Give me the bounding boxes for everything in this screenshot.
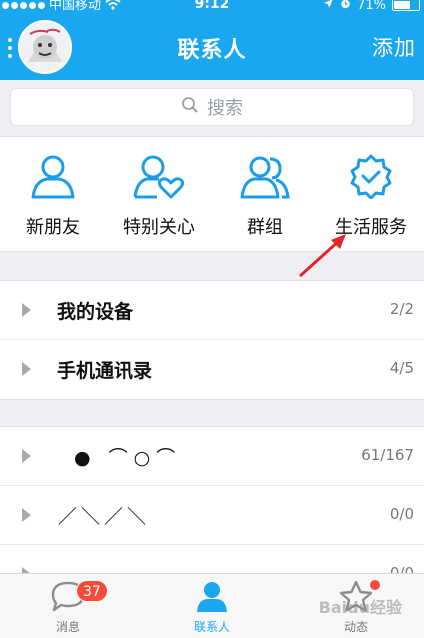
device-section: 我的设备 2/2 手机通讯录 4/5 bbox=[0, 280, 424, 400]
group-icon bbox=[236, 153, 294, 203]
search-input[interactable]: 搜索 bbox=[10, 88, 414, 126]
life-service-icon bbox=[346, 153, 396, 203]
list-item-count: 61/167 bbox=[361, 446, 414, 464]
list-item-my-devices[interactable]: 我的设备 2/2 bbox=[0, 281, 424, 340]
list-item-group[interactable]: ／＼／＼ 0/0 bbox=[0, 486, 424, 545]
list-item-label: 手机通讯录 bbox=[57, 360, 153, 382]
quick-action-label: 特别关心 bbox=[123, 217, 195, 238]
list-item-label: ／＼／＼ bbox=[58, 506, 151, 528]
quick-action-groups[interactable]: 群组 bbox=[212, 153, 318, 239]
quick-action-life-services[interactable]: 生活服务 bbox=[318, 153, 424, 239]
top-bar: 中国移动 9:12 71% 联系人 添加 bbox=[0, 0, 424, 80]
new-activity-dot bbox=[370, 580, 380, 590]
quick-action-new-friends[interactable]: 新朋友 bbox=[0, 153, 106, 239]
tab-label: 联系人 bbox=[193, 620, 230, 634]
list-item-label: ● ⌒○⌒ bbox=[74, 447, 182, 469]
list-item-count: 0/0 bbox=[389, 505, 414, 523]
status-bar: 中国移动 9:12 71% bbox=[0, 0, 424, 14]
location-arrow-icon bbox=[323, 0, 334, 12]
contacts-person-icon bbox=[193, 580, 231, 616]
unread-badge: 37 bbox=[76, 580, 108, 602]
search-area: 搜索 bbox=[0, 80, 424, 136]
expand-arrow-icon bbox=[22, 449, 31, 463]
quick-action-label: 生活服务 bbox=[335, 217, 407, 238]
battery-percent: 71% bbox=[357, 0, 386, 13]
expand-arrow-icon bbox=[22, 508, 31, 522]
search-placeholder: 搜索 bbox=[207, 98, 243, 119]
add-button[interactable]: 添加 bbox=[372, 32, 416, 62]
new-friend-icon bbox=[27, 153, 79, 203]
tab-messages[interactable]: 消息 bbox=[8, 580, 128, 635]
alarm-clock-icon bbox=[340, 0, 351, 12]
battery-icon bbox=[392, 0, 420, 11]
expand-arrow-icon bbox=[22, 303, 31, 317]
list-item-count: 2/2 bbox=[389, 300, 414, 318]
quick-actions: 新朋友 特别关心 群组 生活服务 bbox=[0, 136, 424, 252]
tab-label: 消息 bbox=[55, 620, 80, 634]
quick-action-label: 新朋友 bbox=[26, 217, 80, 238]
list-item-group[interactable]: ● ⌒○⌒ 61/167 bbox=[0, 427, 424, 486]
battery-level bbox=[394, 1, 410, 9]
search-icon bbox=[181, 96, 199, 119]
expand-arrow-icon bbox=[22, 362, 31, 376]
quick-action-special-care[interactable]: 特别关心 bbox=[106, 153, 212, 239]
special-care-icon bbox=[131, 153, 187, 203]
tab-label: 动态 bbox=[343, 620, 368, 634]
watermark: Baidu经验 bbox=[318, 598, 402, 617]
status-right: 71% bbox=[323, 0, 420, 12]
list-item-count: 4/5 bbox=[389, 359, 414, 377]
page-title: 联系人 bbox=[177, 38, 247, 63]
list-item-label: 我的设备 bbox=[57, 301, 134, 323]
list-item-phone-contacts[interactable]: 手机通讯录 4/5 bbox=[0, 340, 424, 399]
quick-action-label: 群组 bbox=[247, 217, 283, 238]
tab-contacts[interactable]: 联系人 bbox=[152, 580, 272, 635]
